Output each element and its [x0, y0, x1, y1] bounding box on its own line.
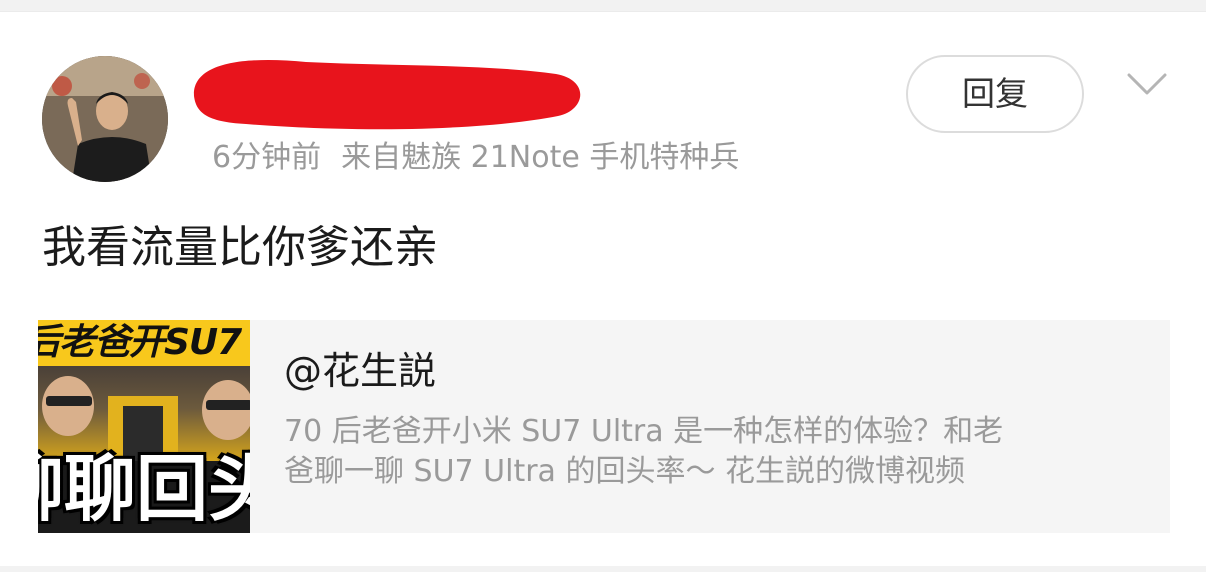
- comment-meta: 6分钟前 来自魅族 21Note 手机特种兵: [212, 138, 739, 178]
- shared-video-card[interactable]: 后老爸开SU7 U 聊聊回头 @花生説 70 后老爸开小米 SU7 Ultra …: [38, 320, 1170, 533]
- card-description-line2: 爸聊一聊 SU7 Ultra 的回头率～ 花生説的微博视频: [284, 454, 966, 489]
- comment-source: 来自魅族 21Note 手机特种兵: [341, 140, 740, 175]
- comment-text: 我看流量比你爹还亲: [42, 222, 438, 273]
- video-thumbnail[interactable]: 后老爸开SU7 U 聊聊回头: [38, 320, 250, 533]
- thumbnail-top-caption: 后老爸开SU7 U: [38, 320, 250, 366]
- user-avatar[interactable]: [42, 56, 168, 182]
- username-redaction[interactable]: [186, 52, 584, 134]
- reply-button[interactable]: 回复: [906, 55, 1084, 133]
- card-title[interactable]: @花生説: [284, 348, 436, 394]
- card-description: 70 后老爸开小米 SU7 Ultra 是一种怎样的体验？和老 爸聊一聊 SU7…: [284, 412, 1124, 492]
- bottom-separator: [0, 566, 1206, 572]
- thumbnail-bottom-caption: 聊聊回头: [38, 447, 250, 531]
- avatar-photo-icon: [42, 56, 168, 182]
- comment-time: 6分钟前: [212, 140, 322, 175]
- top-separator: [0, 0, 1206, 12]
- card-description-line1: 70 后老爸开小米 SU7 Ultra 是一种怎样的体验？和老: [284, 414, 1004, 449]
- chevron-down-icon[interactable]: [1126, 70, 1168, 98]
